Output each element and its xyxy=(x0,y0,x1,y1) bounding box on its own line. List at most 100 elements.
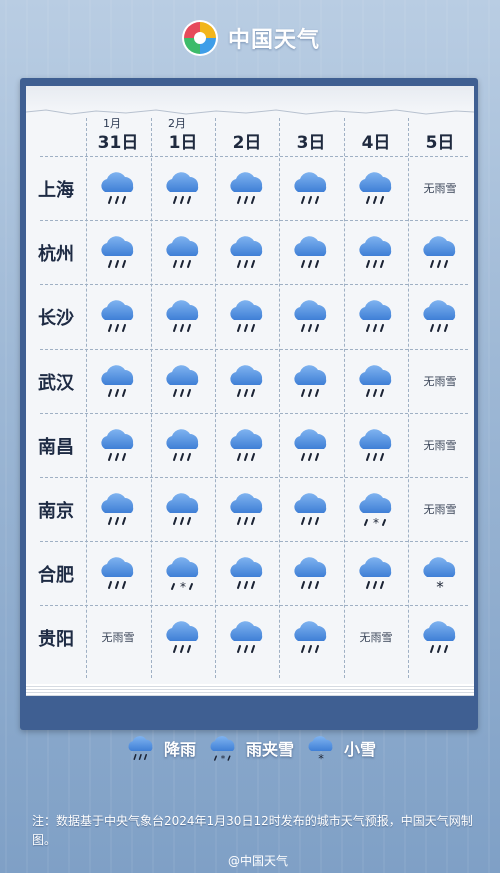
column-day: 4日 xyxy=(361,133,391,153)
rain-cloud-icon xyxy=(101,172,134,204)
rain-cloud-icon xyxy=(166,621,199,653)
legend-label: 小雪 xyxy=(344,740,377,759)
forecast-cell xyxy=(280,288,342,344)
footnote: 注：数据基于中央气象台2024年1月30日12时发布的城市天气预报，中国天气网制… xyxy=(32,814,473,847)
forecast-cell xyxy=(87,481,149,537)
column-day: 31日 xyxy=(97,133,139,153)
rain-cloud-icon xyxy=(166,493,199,525)
grid-row-divider xyxy=(40,413,468,414)
grid-row-divider xyxy=(40,156,468,157)
grid-row-divider xyxy=(40,541,468,542)
rain-cloud-icon xyxy=(101,557,134,589)
city-label: 合肥 xyxy=(38,565,74,586)
column-day: 1日 xyxy=(168,133,198,153)
rain-cloud-icon xyxy=(423,621,456,653)
legend-item: * 小雪 xyxy=(304,733,376,763)
rain-cloud-icon xyxy=(359,365,392,397)
forecast-cell xyxy=(152,353,214,409)
forecast-cell: 无雨雪 xyxy=(409,160,471,216)
forecast-cell xyxy=(216,160,278,216)
column-day: 5日 xyxy=(425,133,455,153)
forecast-cell: * xyxy=(345,481,407,537)
forecast-cell xyxy=(345,353,407,409)
rain-cloud-icon xyxy=(359,300,392,332)
forecast-cell xyxy=(345,417,407,473)
grid-row-divider xyxy=(40,477,468,478)
china-weather-logo-icon xyxy=(181,20,218,56)
rain-cloud-icon xyxy=(294,365,327,397)
forecast-cell xyxy=(345,224,407,280)
rain-cloud-icon xyxy=(230,429,263,461)
forecast-cell xyxy=(216,417,278,473)
svg-text:*: * xyxy=(180,580,186,593)
rain-cloud-icon xyxy=(230,557,263,589)
rain-cloud-icon xyxy=(294,621,327,653)
city-label: 南京 xyxy=(38,501,74,522)
city-label: 南昌 xyxy=(38,437,74,458)
forecast-cell xyxy=(216,545,278,601)
rain-cloud-icon xyxy=(230,365,263,397)
snow-cloud-icon: * xyxy=(423,557,456,593)
forecast-cell xyxy=(152,160,214,216)
rain-cloud-icon xyxy=(166,236,199,268)
forecast-cell xyxy=(152,481,214,537)
rain-cloud-icon xyxy=(359,236,392,268)
city-label: 贵阳 xyxy=(38,629,74,650)
no-precipitation-label: 无雨雪 xyxy=(101,631,135,644)
forecast-cell xyxy=(409,288,471,344)
city-label: 上海 xyxy=(38,180,74,201)
rain-cloud-icon xyxy=(230,172,263,204)
forecast-cell xyxy=(409,224,471,280)
forecast-cell: 无雨雪 xyxy=(87,609,149,665)
brand-title: 中国天气 xyxy=(227,28,320,53)
rain-cloud-icon xyxy=(166,172,199,204)
rain-cloud-icon xyxy=(230,493,263,525)
forecast-cell: 无雨雪 xyxy=(409,481,471,537)
city-label: 武汉 xyxy=(38,373,74,394)
svg-text:*: * xyxy=(436,578,444,593)
forecast-cell xyxy=(87,224,149,280)
forecast-cell xyxy=(345,545,407,601)
grid-row-divider xyxy=(40,284,468,285)
rain-cloud-icon xyxy=(128,736,153,760)
forecast-cell xyxy=(345,160,407,216)
rain-cloud-icon xyxy=(101,493,134,525)
forecast-cell xyxy=(152,609,214,665)
forecast-cell xyxy=(152,417,214,473)
legend-label: 降雨 xyxy=(163,740,196,759)
rain-cloud-icon xyxy=(294,429,327,461)
legend-item: * 雨夹雪 xyxy=(206,733,294,763)
rain-cloud-icon xyxy=(101,300,134,332)
no-precipitation-label: 无雨雪 xyxy=(423,503,457,516)
rain-cloud-icon xyxy=(101,429,134,461)
forecast-cell xyxy=(216,353,278,409)
snow-cloud-icon: * xyxy=(308,736,333,763)
forecast-cell: 无雨雪 xyxy=(409,417,471,473)
rain-cloud-icon xyxy=(423,300,456,332)
sleet-cloud-icon: * xyxy=(210,736,235,763)
rain-cloud-icon xyxy=(359,557,392,589)
rain-cloud-icon xyxy=(359,429,392,461)
rain-cloud-icon xyxy=(101,365,134,397)
legend-label: 雨夹雪 xyxy=(245,740,294,759)
column-day: 2日 xyxy=(232,133,262,153)
city-label: 长沙 xyxy=(38,308,74,329)
legend: 降雨 * 雨夹雪 * 小雪 xyxy=(0,728,500,768)
forecast-cell xyxy=(152,288,214,344)
rain-cloud-icon xyxy=(294,172,327,204)
column-day: 3日 xyxy=(296,133,326,153)
forecast-cell xyxy=(216,481,278,537)
rain-cloud-icon xyxy=(359,172,392,204)
rain-cloud-icon xyxy=(166,429,199,461)
forecast-cell xyxy=(87,545,149,601)
svg-text:*: * xyxy=(373,516,379,529)
forecast-cell xyxy=(280,160,342,216)
forecast-cell xyxy=(216,288,278,344)
rain-cloud-icon xyxy=(423,236,456,268)
forecast-cell: * xyxy=(152,545,214,601)
forecast-cell xyxy=(152,224,214,280)
forecast-cell: * xyxy=(409,545,471,601)
city-label: 杭州 xyxy=(38,244,74,265)
forecast-cell xyxy=(280,353,342,409)
legend-item: 降雨 xyxy=(124,733,196,763)
